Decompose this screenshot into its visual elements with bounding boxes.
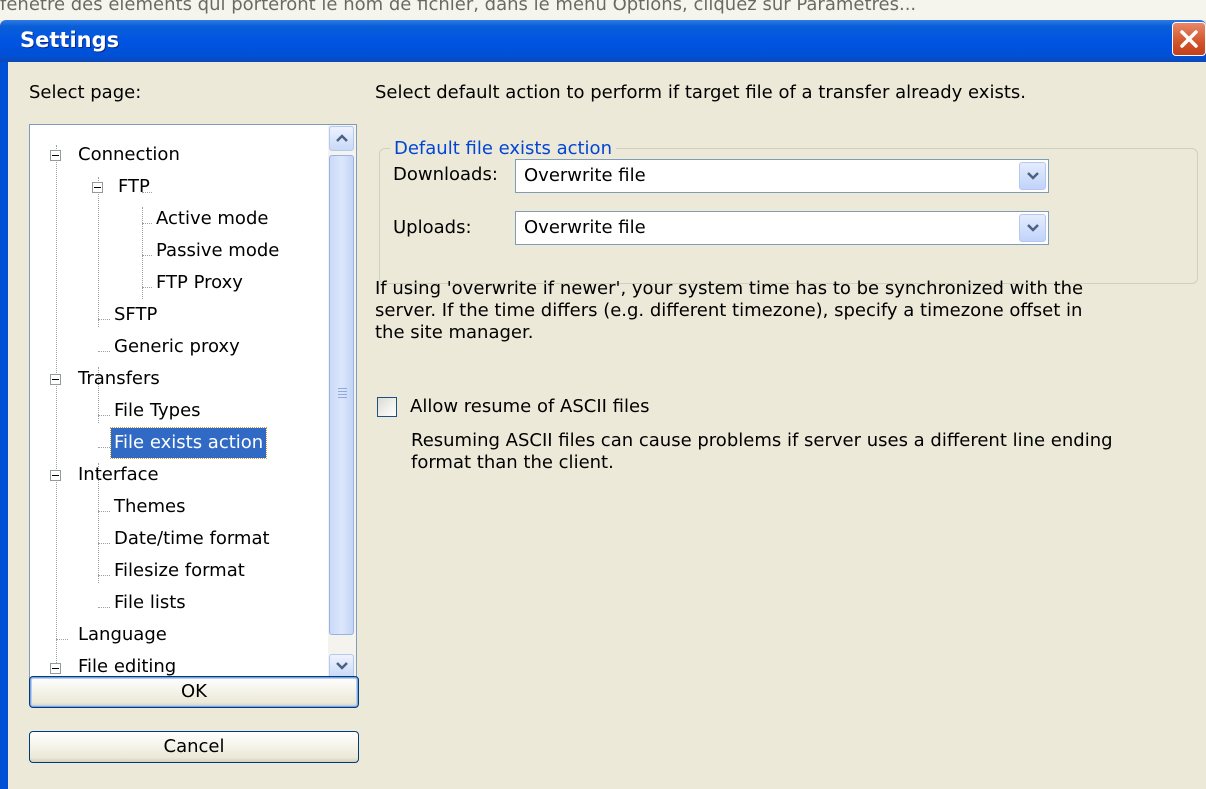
- close-button[interactable]: [1172, 22, 1206, 56]
- tree-item-label: Date/time format: [114, 528, 270, 549]
- tree-item-file-lists[interactable]: File lists: [30, 588, 330, 618]
- grip-line: [338, 388, 347, 389]
- note-line: server. If the time differs (e.g. differ…: [375, 300, 1083, 321]
- ok-button-label: OK: [181, 681, 207, 702]
- help-line: format than the client.: [411, 452, 614, 473]
- collapse-icon[interactable]: [50, 374, 61, 385]
- tree-item-label: File lists: [114, 592, 186, 613]
- help-line: Resuming ASCII files can cause problems …: [411, 430, 1113, 451]
- tree-item-generic-proxy[interactable]: Generic proxy: [30, 332, 330, 362]
- note-line: If using 'overwrite if newer', your syst…: [375, 278, 1084, 299]
- downloads-value: Overwrite file: [524, 165, 646, 186]
- tree-item-label: Interface: [78, 464, 159, 485]
- collapse-icon[interactable]: [50, 663, 61, 674]
- tree-item-label: FTP Proxy: [156, 272, 243, 293]
- intro-text: Select default action to perform if targ…: [375, 82, 1026, 103]
- scroll-thumb[interactable]: [329, 155, 354, 635]
- settings-page-tree[interactable]: Connection FTP Active mode Passive mode …: [29, 124, 357, 682]
- tree-item-themes[interactable]: Themes: [30, 492, 330, 522]
- tree-item-file-types[interactable]: File Types: [30, 396, 330, 426]
- tree-item-label: Language: [78, 624, 167, 645]
- tree-item-connection[interactable]: Connection: [30, 140, 330, 170]
- window-frame-left: [0, 62, 8, 789]
- downloads-label: Downloads:: [393, 164, 498, 185]
- tree-item-label: Connection: [78, 144, 180, 165]
- tree-item-interface[interactable]: Interface: [30, 460, 330, 490]
- tree-item-label-selected: File exists action: [109, 427, 268, 459]
- resume-help-text: Resuming ASCII files can cause problems …: [411, 430, 1113, 474]
- collapse-icon[interactable]: [50, 470, 61, 481]
- group-title: Default file exists action: [390, 137, 616, 161]
- tree-item-label: Active mode: [156, 208, 269, 229]
- tree-item-label: FTP: [118, 176, 150, 197]
- settings-dialog: Settings Select page: Connection FTP Act…: [0, 20, 1206, 789]
- uploads-label: Uploads:: [393, 217, 472, 238]
- downloads-select[interactable]: Overwrite file: [515, 159, 1049, 193]
- tree-item-label: Themes: [114, 496, 186, 517]
- tree-scrollbar[interactable]: [328, 125, 356, 681]
- tree-item-file-exists-action[interactable]: File exists action: [30, 427, 330, 459]
- tree-item-sftp[interactable]: SFTP: [30, 300, 330, 330]
- tree-item-ftp[interactable]: FTP: [30, 172, 330, 202]
- tree-item-passive-mode[interactable]: Passive mode: [30, 236, 330, 266]
- title-bar: Settings: [0, 20, 1206, 62]
- allow-resume-ascii-checkbox[interactable]: [377, 397, 397, 417]
- tree-item-ftp-proxy[interactable]: FTP Proxy: [30, 268, 330, 298]
- grip-line: [338, 394, 347, 395]
- tree-item-label: SFTP: [114, 304, 158, 325]
- allow-resume-ascii-label[interactable]: Allow resume of ASCII files: [410, 396, 649, 417]
- tree-content: Connection FTP Active mode Passive mode …: [30, 125, 330, 681]
- background-document-text: fenêtre des éléments qui porteront le no…: [0, 0, 1206, 22]
- tree-item-transfers[interactable]: Transfers: [30, 364, 330, 394]
- collapse-icon[interactable]: [92, 182, 103, 193]
- uploads-select[interactable]: Overwrite file: [515, 211, 1049, 245]
- tree-item-label: Filesize format: [114, 560, 245, 581]
- ok-button[interactable]: OK: [29, 676, 359, 708]
- grip-line: [338, 397, 347, 398]
- note-line: the site manager.: [375, 322, 534, 343]
- tree-item-label: File Types: [114, 400, 201, 421]
- uploads-value: Overwrite file: [524, 217, 646, 238]
- tree-item-language[interactable]: Language: [30, 620, 330, 650]
- downloads-dropdown-button[interactable]: [1019, 162, 1046, 190]
- tree-item-label: Passive mode: [156, 240, 280, 261]
- tree-item-label: Transfers: [78, 368, 160, 389]
- overwrite-note: If using 'overwrite if newer', your syst…: [375, 278, 1083, 344]
- cancel-button[interactable]: Cancel: [29, 731, 359, 763]
- collapse-icon[interactable]: [50, 150, 61, 161]
- window-title: Settings: [20, 28, 120, 52]
- cancel-button-label: Cancel: [163, 736, 225, 757]
- tree-item-active-mode[interactable]: Active mode: [30, 204, 330, 234]
- tree-item-filesize-format[interactable]: Filesize format: [30, 556, 330, 586]
- scroll-up-button[interactable]: [329, 126, 354, 151]
- grip-line: [338, 391, 347, 392]
- uploads-dropdown-button[interactable]: [1019, 214, 1046, 242]
- tree-item-datetime-format[interactable]: Date/time format: [30, 524, 330, 554]
- tree-item-label: Generic proxy: [114, 336, 240, 357]
- select-page-label: Select page:: [29, 82, 142, 103]
